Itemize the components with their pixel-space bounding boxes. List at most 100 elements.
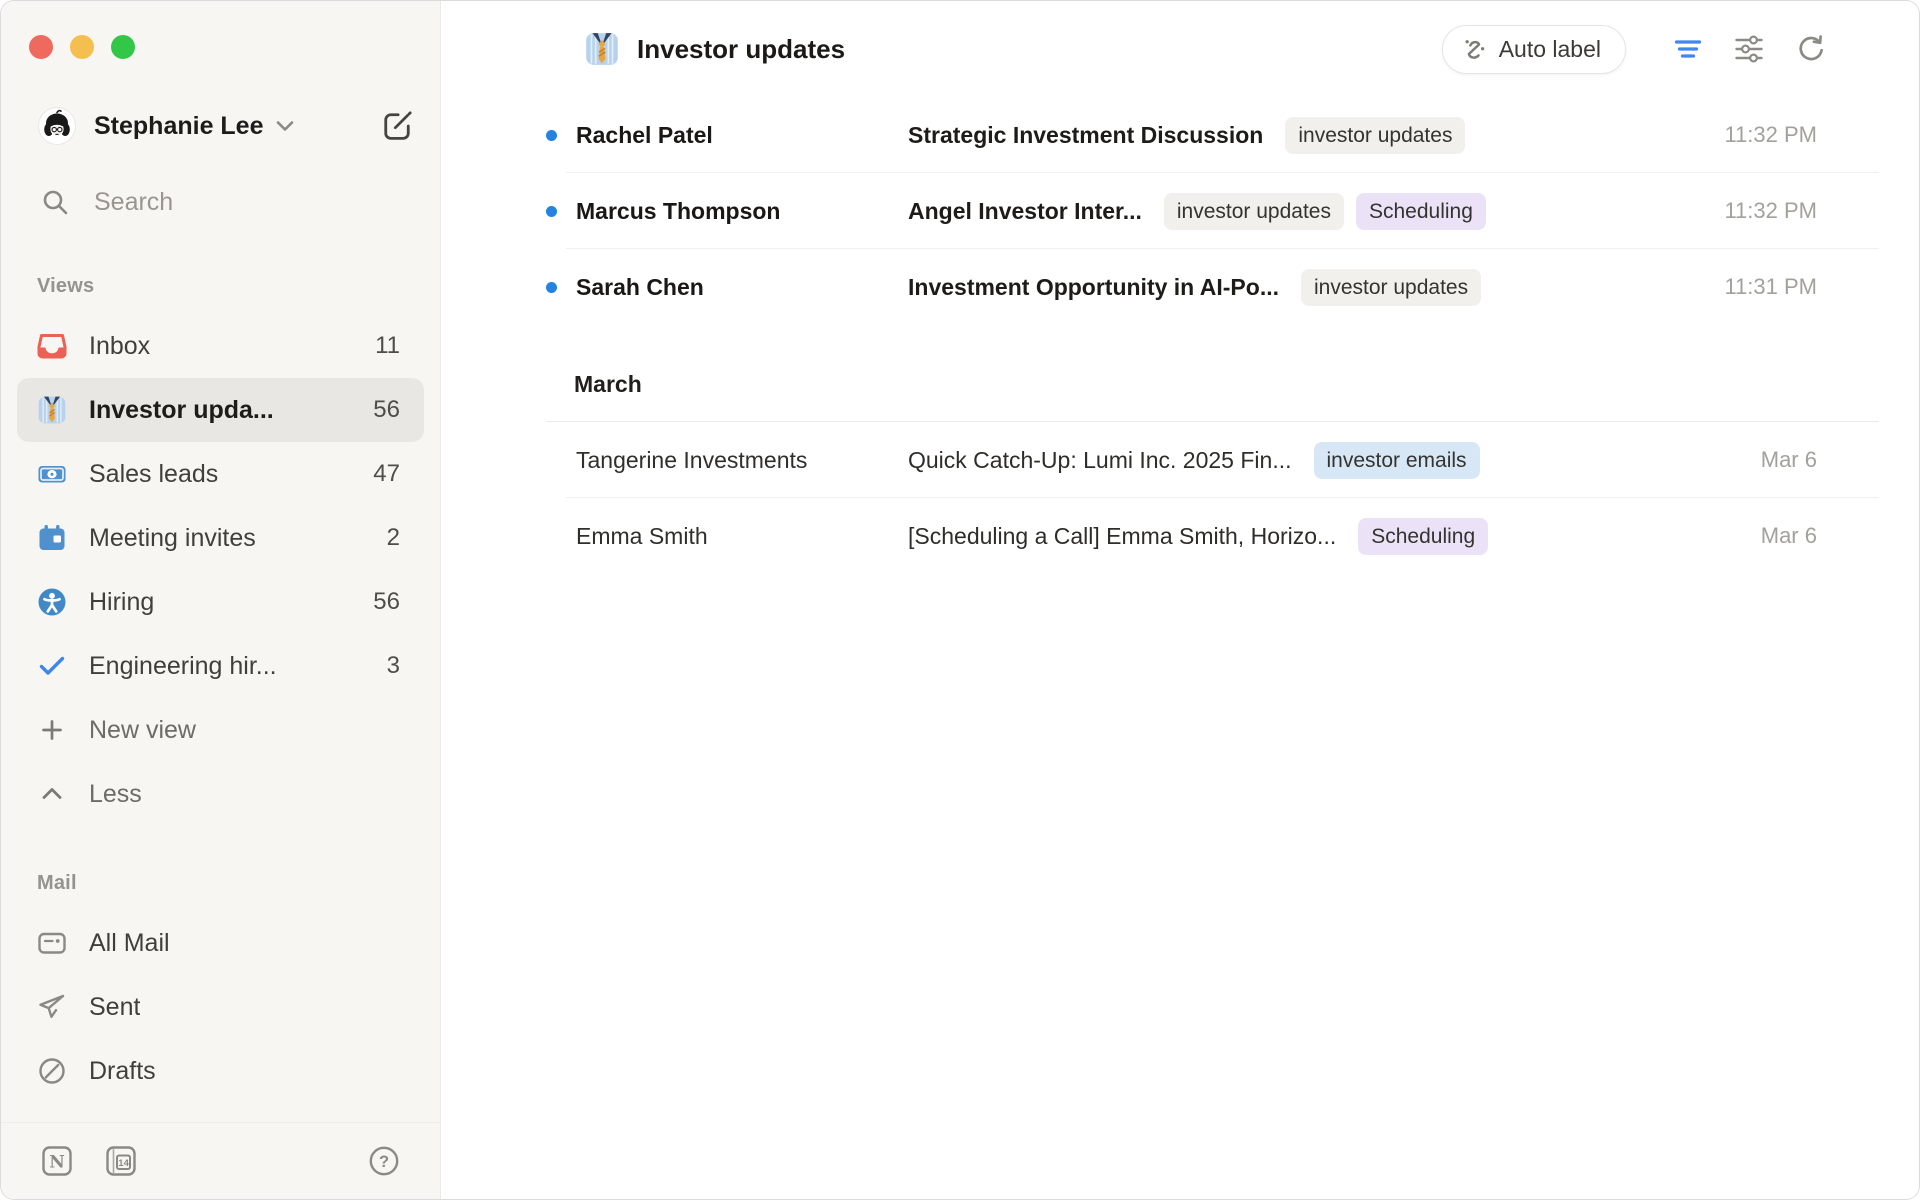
close-window-button[interactable] <box>29 35 53 59</box>
unread-count: 56 <box>363 588 400 616</box>
account-switcher[interactable]: Stephanie Lee <box>38 107 415 145</box>
sidebar-item-label: Meeting invites <box>89 524 256 553</box>
sidebar-item-label: Engineering hir... <box>89 652 277 681</box>
zoom-window-button[interactable] <box>111 35 135 59</box>
sidebar-item-label: Drafts <box>89 1057 156 1086</box>
chevron-up-icon <box>36 778 68 810</box>
filter-button[interactable] <box>1672 33 1704 65</box>
sidebar-item-label: Inbox <box>89 332 150 361</box>
sidebar-item-engineering-hiring[interactable]: Engineering hir... 3 <box>17 634 424 698</box>
email-subject: [Scheduling a Call] Emma Smith, Horizo..… <box>908 523 1336 550</box>
refresh-icon <box>1794 33 1826 65</box>
notion-app-button[interactable]: N <box>39 1143 75 1179</box>
sidebar-item-investor-updates[interactable]: Investor upda... 56 <box>17 378 424 442</box>
email-time: 11:32 PM <box>1704 122 1817 148</box>
search-icon <box>40 187 70 217</box>
email-sender: Emma Smith <box>576 523 908 550</box>
email-time: Mar 6 <box>1741 447 1817 473</box>
sidebar: Stephanie Lee Search Views <box>1 1 441 1199</box>
email-subject: Quick Catch-Up: Lumi Inc. 2025 Fin... <box>908 447 1292 474</box>
date-group-header: March <box>574 371 1879 398</box>
minimize-window-button[interactable] <box>70 35 94 59</box>
auto-label-text: Auto label <box>1499 36 1601 63</box>
auto-label-wand-icon <box>1461 36 1488 63</box>
notion-calendar-icon: 14 <box>103 1143 139 1179</box>
sidebar-item-label: Sent <box>89 993 140 1022</box>
main-pane: Investor updates Auto label <box>441 1 1919 1199</box>
email-list: Rachel Patel Strategic Investment Discus… <box>546 97 1879 574</box>
all-mail-icon <box>36 927 68 959</box>
notion-calendar-button[interactable]: 14 <box>103 1143 139 1179</box>
sidebar-item-label: Investor upda... <box>89 396 274 425</box>
sidebar-item-sales-leads[interactable]: Sales leads 47 <box>17 442 424 506</box>
sidebar-item-all-mail[interactable]: All Mail <box>17 911 424 975</box>
email-subject: Angel Investor Inter... <box>908 198 1142 225</box>
compose-button[interactable] <box>379 108 415 144</box>
question-mark-icon: ? <box>366 1143 402 1179</box>
svg-text:14: 14 <box>118 1158 129 1169</box>
email-sender: Marcus Thompson <box>576 198 908 225</box>
email-time: Mar 6 <box>1741 523 1817 549</box>
unread-count: 56 <box>363 396 400 424</box>
mail-list-nav: All Mail Sent Drafts <box>1 911 440 1103</box>
new-view-button[interactable]: New view <box>17 698 424 762</box>
avatar <box>38 107 76 145</box>
plus-icon <box>36 714 68 746</box>
views-list: Inbox 11 Investor upda... 56 <box>1 314 440 826</box>
auto-label-button[interactable]: Auto label <box>1442 25 1626 74</box>
less-label: Less <box>89 780 142 809</box>
label-tag[interactable]: Scheduling <box>1358 518 1488 555</box>
label-tag[interactable]: investor updates <box>1285 117 1465 154</box>
email-sender: Sarah Chen <box>576 274 908 301</box>
email-sender: Tangerine Investments <box>576 447 908 474</box>
necktie-icon <box>583 30 621 68</box>
banknote-icon <box>36 458 68 490</box>
drafts-icon <box>36 1055 68 1087</box>
label-tag[interactable]: Scheduling <box>1356 193 1486 230</box>
sidebar-item-inbox[interactable]: Inbox 11 <box>17 314 424 378</box>
notion-logo-icon: N <box>39 1143 75 1179</box>
unread-dot <box>546 282 557 293</box>
unread-count: 47 <box>363 460 400 488</box>
person-circle-icon <box>36 586 68 618</box>
sidebar-item-meeting-invites[interactable]: Meeting invites 2 <box>17 506 424 570</box>
sidebar-item-drafts[interactable]: Drafts <box>17 1039 424 1103</box>
necktie-icon <box>36 394 68 426</box>
label-tag[interactable]: investor updates <box>1164 193 1344 230</box>
unread-count: 11 <box>365 332 400 360</box>
send-icon <box>36 991 68 1023</box>
mail-section-label: Mail <box>37 872 440 895</box>
label-tag[interactable]: investor updates <box>1301 269 1481 306</box>
view-header: Investor updates Auto label <box>441 1 1919 97</box>
app-window: Stephanie Lee Search Views <box>0 0 1920 1200</box>
calendar-icon <box>36 522 68 554</box>
sidebar-item-hiring[interactable]: Hiring 56 <box>17 570 424 634</box>
email-row[interactable]: Sarah Chen Investment Opportunity in AI-… <box>546 249 1879 325</box>
help-button[interactable]: ? <box>366 1143 402 1179</box>
unread-dot <box>546 130 557 141</box>
refresh-button[interactable] <box>1794 33 1826 65</box>
display-settings-button[interactable] <box>1733 33 1765 65</box>
chevron-down-icon <box>274 115 296 137</box>
svg-text:?: ? <box>379 1153 389 1171</box>
search-button[interactable]: Search <box>40 187 416 217</box>
filter-icon <box>1672 33 1704 65</box>
header-actions: Auto label <box>1442 25 1826 74</box>
label-tag[interactable]: investor emails <box>1314 442 1480 479</box>
email-sender: Rachel Patel <box>576 122 908 149</box>
email-subject: Investment Opportunity in AI-Po... <box>908 274 1279 301</box>
email-time: 11:31 PM <box>1704 274 1817 300</box>
sidebar-item-sent[interactable]: Sent <box>17 975 424 1039</box>
views-section-label: Views <box>37 275 440 298</box>
less-button[interactable]: Less <box>17 762 424 826</box>
search-label: Search <box>94 188 173 217</box>
svg-text:N: N <box>49 1153 65 1173</box>
sliders-icon <box>1733 33 1765 65</box>
email-row[interactable]: Rachel Patel Strategic Investment Discus… <box>546 97 1879 173</box>
page-title: Investor updates <box>637 34 845 65</box>
email-row[interactable]: Emma Smith [Scheduling a Call] Emma Smit… <box>546 498 1879 574</box>
email-row[interactable]: Marcus Thompson Angel Investor Inter... … <box>546 173 1879 249</box>
sidebar-item-label: Sales leads <box>89 460 218 489</box>
email-row[interactable]: Tangerine Investments Quick Catch-Up: Lu… <box>546 422 1879 498</box>
sidebar-footer: N 14 ? <box>1 1122 440 1199</box>
